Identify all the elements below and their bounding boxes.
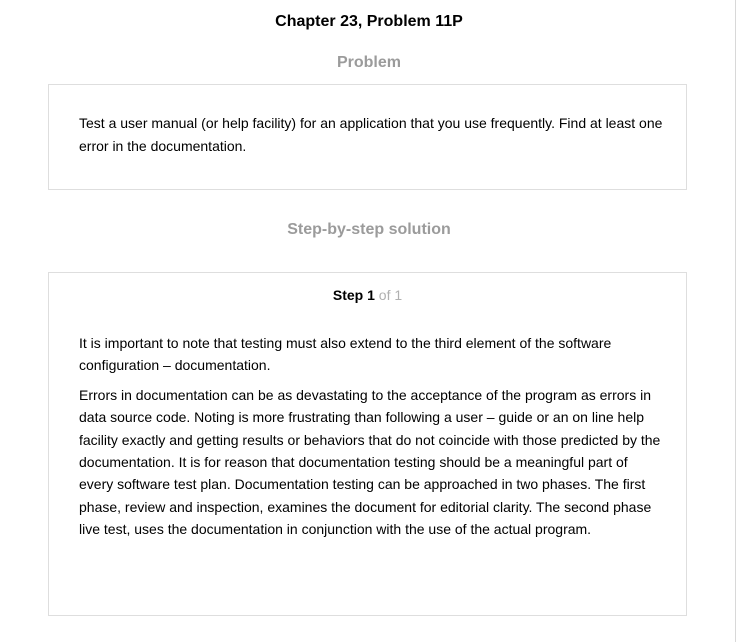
problem-text: Test a user manual (or help facility) fo… (79, 115, 663, 154)
solution-body: It is important to note that testing mus… (79, 332, 664, 548)
step-word: Step (332, 287, 364, 303)
step-number: 1 (367, 287, 375, 303)
problem-card: Test a user manual (or help facility) fo… (48, 84, 687, 190)
solution-paragraph: It is important to note that testing mus… (79, 335, 612, 374)
solution-paragraph: Errors in documentation can be as devast… (79, 386, 661, 538)
problem-heading: Problem (336, 54, 401, 71)
chapter-title: Chapter 23, Problem 11P (275, 13, 463, 30)
step-of-total: of 1 (378, 287, 403, 303)
solution-card: Step 1 of 1 It is important to note that… (48, 272, 687, 616)
solution-heading: Step-by-step solution (287, 221, 451, 238)
step-indicator: Step 1 of 1 (49, 286, 686, 304)
page: Chapter 23, Problem 11P Problem Test a u… (0, 0, 736, 642)
